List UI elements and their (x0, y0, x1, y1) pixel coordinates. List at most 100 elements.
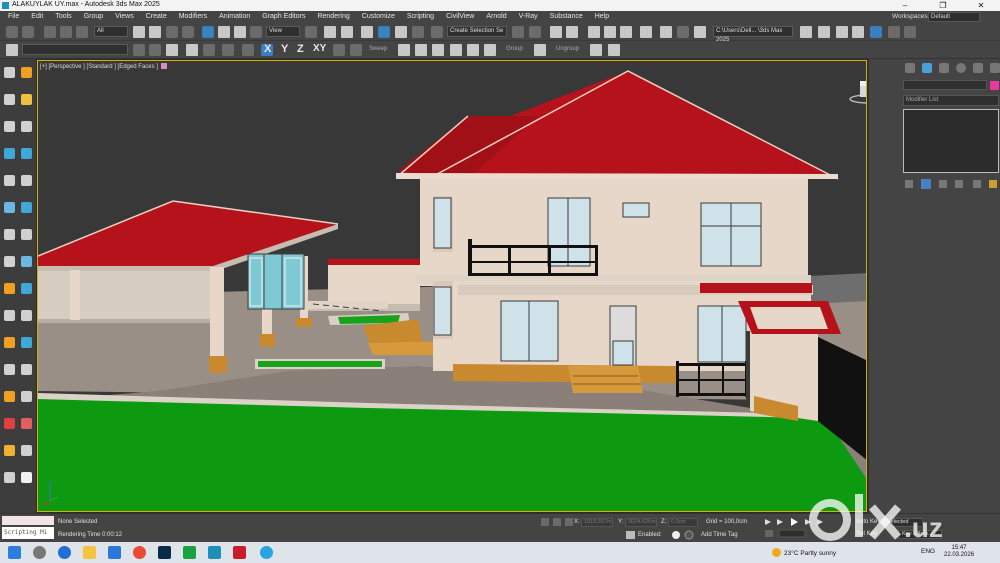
angle-snap-icon[interactable] (378, 26, 390, 38)
set-current-layer-icon[interactable] (186, 44, 198, 56)
open-file-icon[interactable] (800, 26, 812, 38)
undo-icon[interactable] (6, 26, 18, 38)
photoshop-icon[interactable] (158, 546, 171, 559)
group-label[interactable]: Group (506, 46, 523, 52)
select-scale-icon[interactable] (234, 26, 246, 38)
layer-explorer-icon[interactable] (566, 26, 578, 38)
menu-tools[interactable]: Tools (51, 13, 79, 20)
project-path-dropdown[interactable]: C:\Users\Dell... \3ds Max 2025 (713, 26, 793, 43)
make-unique-icon[interactable] (939, 180, 947, 188)
rect-selection-icon[interactable] (166, 26, 178, 38)
link-icon[interactable] (44, 26, 56, 38)
menu-substance[interactable]: Substance (546, 13, 591, 20)
light-bulb-icon[interactable] (4, 472, 15, 483)
select-by-name-icon[interactable] (149, 26, 161, 38)
menu-graph-editors[interactable]: Graph Editors (258, 13, 313, 20)
save-selected-icon[interactable] (590, 44, 602, 56)
v-ray-icon[interactable] (21, 472, 32, 483)
info-icon[interactable] (21, 283, 32, 294)
y-coord-field[interactable]: 3024,626m (625, 518, 657, 527)
key-mode-icon[interactable] (765, 530, 773, 537)
perspective-viewport[interactable]: [+] [Perspective ] [Standard ] [Edged Fa… (37, 60, 867, 512)
x-coord-field[interactable]: 1818,667m (581, 518, 613, 527)
project-folder-icon[interactable] (836, 26, 848, 38)
menu-modifiers[interactable]: Modifiers (175, 13, 215, 20)
sync-icon[interactable] (904, 26, 916, 38)
menu-arnold[interactable]: Arnold (482, 13, 514, 20)
render-setup-icon[interactable] (660, 26, 672, 38)
sweep-label[interactable]: Sweep (369, 46, 387, 52)
minimize-button[interactable]: – (886, 0, 924, 11)
select-move-icon[interactable] (202, 26, 214, 38)
sphere-icon[interactable] (21, 175, 32, 186)
reference-coordinate-dropdown[interactable]: View (266, 26, 300, 37)
configure-sets-icon[interactable] (973, 180, 981, 188)
object-color-swatch[interactable] (990, 81, 999, 90)
view-icon[interactable] (21, 445, 32, 456)
add-time-tag[interactable]: Add Time Tag (701, 532, 738, 538)
toggle-ribbon-icon[interactable] (588, 26, 600, 38)
light-icon[interactable] (4, 148, 15, 159)
sketch-app-icon[interactable] (183, 546, 196, 559)
folder-icon[interactable] (852, 26, 864, 38)
viewport-label[interactable]: [+] [Perspective ] [Standard ] [Edged Fa… (40, 63, 167, 70)
snaps-toggle-icon[interactable] (361, 26, 373, 38)
hierarchy-tab-icon[interactable] (939, 63, 949, 73)
menu-group[interactable]: Group (80, 13, 111, 20)
telegram-icon[interactable] (260, 546, 273, 559)
hide-layer-icon[interactable] (203, 44, 215, 56)
pivot-center-icon[interactable] (305, 26, 317, 38)
window-crossing-icon[interactable] (182, 26, 194, 38)
edit-named-selections-icon[interactable] (431, 26, 443, 38)
tree-icon[interactable] (21, 202, 32, 213)
edge-browser-icon[interactable] (58, 546, 71, 559)
file-explorer-icon[interactable] (83, 546, 96, 559)
link-icon[interactable] (21, 256, 32, 267)
unlink-icon[interactable] (60, 26, 72, 38)
select-in-layer-icon[interactable] (166, 44, 178, 56)
isolate-icon[interactable] (242, 44, 254, 56)
menu-scripting[interactable]: Scripting (403, 13, 442, 20)
clone-align-icon[interactable] (484, 44, 496, 56)
select-rotate-icon[interactable] (218, 26, 230, 38)
language-indicator[interactable]: ENG (921, 548, 935, 555)
weather-widget[interactable]: 23°C Partly sunny (772, 548, 836, 557)
menu-rendering[interactable]: Rendering (313, 13, 357, 20)
system-clock[interactable]: 15:47 22.03.2026 (944, 545, 974, 559)
grid-icon[interactable] (21, 310, 32, 321)
enabled-toggle[interactable] (671, 530, 695, 540)
curve-editor-icon[interactable] (604, 26, 616, 38)
chrome-icon[interactable] (133, 546, 146, 559)
axis-y-button[interactable]: Y (281, 43, 288, 55)
axis-xy-button[interactable]: XY (313, 43, 326, 54)
modifier-sets-icon[interactable] (989, 180, 997, 188)
menu-customize[interactable]: Customize (358, 13, 403, 20)
camera-icon[interactable] (4, 121, 15, 132)
extrude-icon[interactable] (350, 44, 362, 56)
explode-icon[interactable] (534, 44, 546, 56)
snapshot-icon[interactable] (450, 44, 462, 56)
brush-icon[interactable] (21, 418, 32, 429)
ungroup-label[interactable]: Ungroup (556, 46, 579, 52)
array-icon[interactable] (432, 44, 444, 56)
menu-animation[interactable]: Animation (215, 13, 258, 20)
axis-x-button[interactable]: X (264, 43, 271, 55)
utility-icon[interactable] (4, 418, 15, 429)
menu-help[interactable]: Help (591, 13, 617, 20)
modifier-list-dropdown[interactable]: Modifier List (903, 95, 999, 106)
bind-space-warp-icon[interactable] (76, 26, 88, 38)
system-icon[interactable] (4, 283, 15, 294)
modifier-icon[interactable] (4, 337, 15, 348)
selection-filter-dropdown[interactable]: All (94, 26, 128, 37)
settings-icon[interactable] (108, 546, 121, 559)
mirror-icon[interactable] (512, 26, 524, 38)
spacewarp-icon[interactable] (4, 256, 15, 267)
isolate-toggle-icon[interactable] (553, 518, 561, 526)
viewport-layout-icon[interactable] (870, 26, 882, 38)
spinner-snap-icon[interactable] (412, 26, 424, 38)
menu-v-ray[interactable]: V-Ray (515, 13, 546, 20)
menu-edit[interactable]: Edit (27, 13, 51, 20)
snap-icon[interactable] (21, 337, 32, 348)
modifier-stack[interactable] (903, 109, 999, 173)
freeze-layer-icon[interactable] (222, 44, 234, 56)
